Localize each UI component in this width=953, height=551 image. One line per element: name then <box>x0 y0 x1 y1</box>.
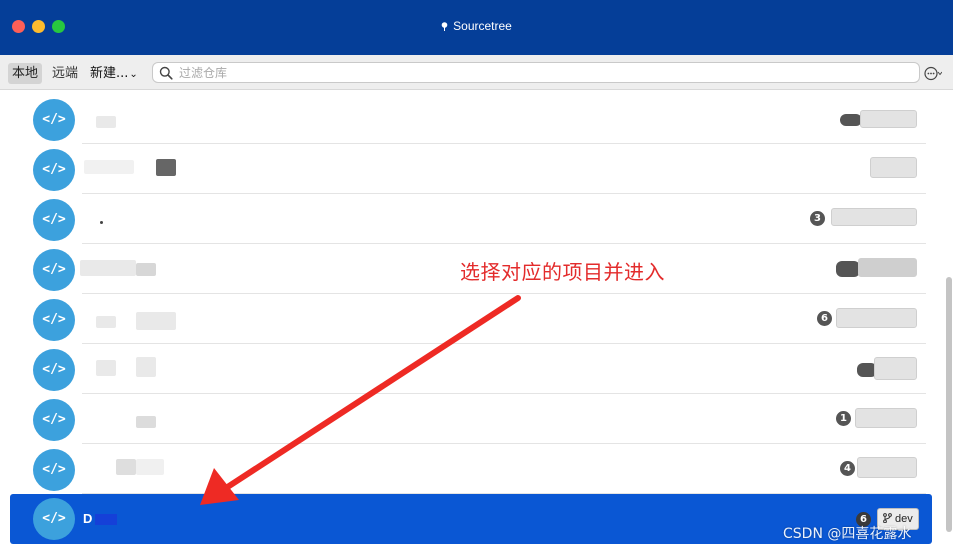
window-title-area: Sourcetree <box>0 19 953 33</box>
status-indicator <box>836 261 860 277</box>
change-count-badge: 1 <box>836 411 851 426</box>
repository-row[interactable]: </> <box>0 94 946 144</box>
change-count-badge: 4 <box>840 461 855 476</box>
change-count-badge: 6 <box>817 311 832 326</box>
search-box <box>152 62 920 83</box>
sourcetree-window: Sourcetree 本地 远端 新建...⌄ </> <box>0 0 953 551</box>
redacted-branch-pill <box>855 408 917 428</box>
location-pin-icon <box>441 22 448 31</box>
toolbar: 本地 远端 新建...⌄ <box>0 55 953 90</box>
repository-row[interactable]: </> 1 <box>0 394 946 444</box>
repository-icon: </> <box>33 149 75 191</box>
redacted-repo-name <box>136 357 156 377</box>
redacted-repo-name <box>136 263 156 276</box>
repository-icon: </> <box>33 199 75 241</box>
redacted-repo-name <box>84 160 134 174</box>
redacted-branch-pill <box>857 457 917 478</box>
redacted-repo-name <box>96 316 116 328</box>
redacted-repo-name <box>136 459 164 475</box>
search-input[interactable] <box>179 63 909 82</box>
repository-row[interactable]: </> 6 <box>0 294 946 344</box>
redacted-repo-name <box>136 416 156 428</box>
repository-icon: </> <box>33 249 75 291</box>
new-menu-label: 新建... <box>90 66 129 81</box>
more-options-icon[interactable] <box>924 66 942 81</box>
redacted-repo-name <box>95 514 117 525</box>
redacted-branch-pill <box>858 258 917 277</box>
repository-row[interactable]: </> <box>0 344 946 394</box>
repository-icon: </> <box>33 99 75 141</box>
redacted-repo-name <box>156 159 176 176</box>
repository-icon: </> <box>33 399 75 441</box>
annotation-text: 选择对应的项目并进入 <box>460 260 665 284</box>
redacted-repo-name <box>116 459 136 475</box>
status-indicator <box>840 114 862 126</box>
branch-icon <box>883 513 892 523</box>
repository-icon: </> <box>33 449 75 491</box>
repository-row[interactable]: </> 3 <box>0 194 946 244</box>
repository-icon: </> <box>33 349 75 391</box>
redacted-repo-name <box>136 312 176 330</box>
title-bar: Sourcetree <box>0 0 953 55</box>
change-count-badge: 3 <box>810 211 825 226</box>
watermark: CSDN @四喜花露水 <box>783 526 912 542</box>
redacted-branch-pill <box>860 110 917 128</box>
search-icon <box>159 66 173 80</box>
redacted-repo-name <box>80 260 136 276</box>
list-scrollbar[interactable] <box>946 277 952 532</box>
repository-icon: </> <box>33 498 75 540</box>
new-menu-button[interactable]: 新建...⌄ <box>86 63 142 84</box>
redacted-branch-pill <box>836 308 917 328</box>
redacted-repo-name <box>96 360 116 376</box>
selected-repo-name: D <box>83 511 93 526</box>
redacted-branch-pill <box>831 208 917 226</box>
repository-row[interactable]: </> <box>0 144 946 194</box>
repository-icon: </> <box>33 299 75 341</box>
redacted-repo-name <box>96 116 116 128</box>
repository-row[interactable]: </> 4 <box>0 444 946 494</box>
tab-local[interactable]: 本地 <box>8 63 43 84</box>
repository-list: </> </> </> 3 </> </> 6 </> </> 1 </> 4 … <box>0 91 946 551</box>
redacted-repo-name <box>100 221 103 224</box>
redacted-branch-pill <box>874 357 917 380</box>
window-title: Sourcetree <box>453 19 512 33</box>
redacted-branch-pill <box>870 157 917 178</box>
tab-remote[interactable]: 远端 <box>48 63 82 84</box>
chevron-down-icon: ⌄ <box>129 69 138 80</box>
